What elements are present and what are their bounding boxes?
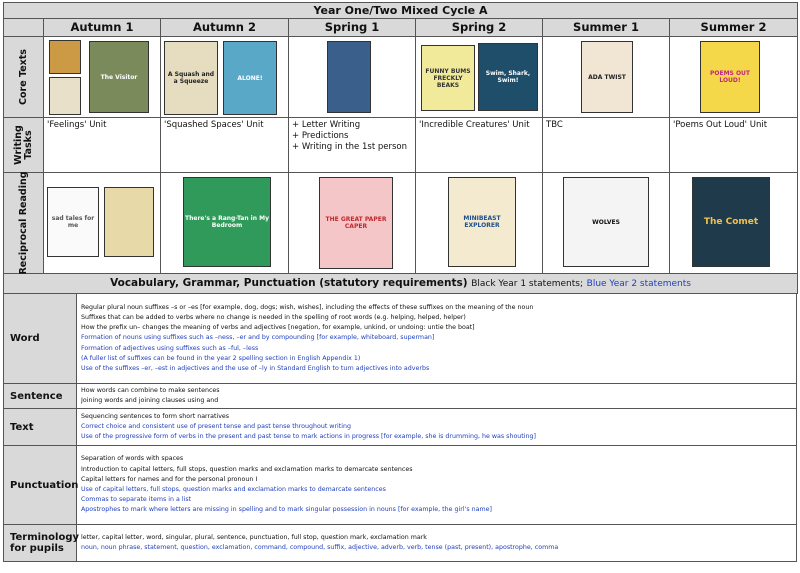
book-cover-sad-tales: sad tales for me bbox=[47, 187, 99, 257]
book-cover-wolves: WOLVES bbox=[563, 177, 649, 267]
book-cover-the-comet: The Comet bbox=[692, 177, 770, 267]
vgp-statement: Sequencing sentences to form short narra… bbox=[81, 412, 230, 420]
vgp-row-content: Separation of words with spaces Introduct… bbox=[76, 445, 797, 525]
vgp-statement: Joining words and joining clauses using … bbox=[81, 397, 219, 404]
vgp-statement: How the prefix un– changes the meaning o… bbox=[81, 324, 475, 332]
rr-autumn-1: sad tales for me bbox=[43, 172, 161, 274]
curriculum-table: Year One/Two Mixed Cycle A Autumn 1 Autu… bbox=[2, 2, 799, 294]
book-cover-the-visitor: The Visitor bbox=[89, 41, 149, 113]
vgp-statement: How words can combine to make sentences bbox=[81, 386, 220, 394]
rr-summer-2: The Comet bbox=[668, 172, 799, 274]
task-autumn-1: 'Feelings' Unit bbox=[43, 117, 161, 173]
vgp-row-content: How words can combine to make sentences J… bbox=[76, 383, 797, 409]
rr-spring-1: THE GREAT PAPER CAPER bbox=[288, 172, 416, 274]
vgp-row-content: letter, capital letter, word, singular, … bbox=[76, 524, 797, 562]
vgp-statement: Regular plural noun suffixes –s or –es [… bbox=[81, 303, 534, 311]
page-title: Year One/Two Mixed Cycle A bbox=[2, 2, 799, 19]
core-spring-2: FUNNY BUMS FRECKLY BEAKS Swim, Shark, Sw… bbox=[415, 36, 543, 118]
term-spring-1: Spring 1 bbox=[288, 18, 416, 37]
vgp-row: Word Regular plural noun suffixes –s or –… bbox=[3, 293, 797, 384]
task-autumn-2: 'Squashed Spaces' Unit bbox=[160, 117, 289, 173]
core-autumn-1: The Visitor bbox=[43, 36, 161, 118]
vgp-statement: Formation of adjectives using suffixes s… bbox=[81, 344, 259, 352]
curriculum-document: Year One/Two Mixed Cycle A Autumn 1 Autu… bbox=[2, 2, 799, 570]
book-cover-great-paper-caper: THE GREAT PAPER CAPER bbox=[319, 177, 393, 269]
vgp-row: Text Sequencing sentences to form short n… bbox=[3, 408, 797, 446]
vgp-statement: Separation of words with spaces bbox=[81, 455, 184, 463]
book-cover-spring-1 bbox=[327, 41, 371, 113]
writing-tasks-label: Writing Tasks bbox=[3, 117, 44, 173]
writing-tasks-row: Writing Tasks 'Feelings' Unit 'Squashed … bbox=[3, 117, 799, 173]
core-texts-row: Core Texts The Visitor A Squash and a Sq… bbox=[3, 36, 799, 118]
vgp-statement: letter, capital letter, word, singular, … bbox=[81, 533, 427, 541]
vgp-statement: Capital letters for names and for the pe… bbox=[81, 475, 258, 483]
vgp-row: Sentence How words can combine to make se… bbox=[3, 383, 797, 409]
vgp-statement: Introduction to capital letters, full st… bbox=[81, 465, 413, 473]
task-spring-2: 'Incredible Creatures' Unit bbox=[415, 117, 543, 173]
vgp-statement: Use of the progressive form of verbs in … bbox=[81, 433, 536, 441]
vgp-table: Word Regular plural noun suffixes –s or –… bbox=[3, 293, 797, 562]
vgp-statement: Correct choice and consistent use of pre… bbox=[81, 422, 351, 430]
vgp-row-label: Text bbox=[3, 408, 77, 446]
book-cover-small-2 bbox=[49, 77, 81, 115]
core-summer-1: ADA TWIST bbox=[542, 36, 670, 118]
task-summer-1: TBC bbox=[542, 117, 670, 173]
vgp-row-content: Sequencing sentences to form short narra… bbox=[76, 408, 797, 446]
vgp-statement: Use of the suffixes –er, –est in adjecti… bbox=[81, 365, 430, 372]
term-summer-2: Summer 2 bbox=[668, 18, 799, 37]
vgp-statement: Apostrophes to mark where letters are mi… bbox=[81, 506, 492, 514]
vgp-row: Terminology for pupils letter, capital le… bbox=[3, 524, 797, 562]
vgp-row-content: Regular plural noun suffixes –s or –es [… bbox=[76, 293, 797, 384]
vgp-row: Punctuation Separation of words with spac… bbox=[3, 445, 797, 525]
vgp-statement: Use of capital letters, full stops, ques… bbox=[81, 486, 386, 493]
book-cover-poems-out-loud: POEMS OUT LOUD! bbox=[700, 41, 760, 113]
rr-autumn-2: There's a Rang-Tan in My Bedroom bbox=[160, 172, 289, 274]
book-cover-squash-and-squeeze: A Squash and a Squeeze bbox=[164, 41, 218, 115]
term-autumn-1: Autumn 1 bbox=[43, 18, 161, 37]
book-cover-swim-shark-swim: Swim, Shark, Swim! bbox=[478, 43, 538, 111]
vgp-statement: noun, noun phrase, statement, question, … bbox=[81, 544, 559, 551]
vgp-row-label: Word bbox=[3, 293, 77, 384]
vgp-header-row: Vocabulary, Grammar, Punctuation (statut… bbox=[2, 273, 799, 294]
book-cover-rr-autumn-1b bbox=[104, 187, 154, 257]
term-autumn-2: Autumn 2 bbox=[160, 18, 289, 37]
rr-summer-1: WOLVES bbox=[542, 172, 670, 274]
term-spring-2: Spring 2 bbox=[415, 18, 543, 37]
vgp-row-label: Sentence bbox=[3, 383, 77, 409]
reciprocal-reading-label: Reciprocal Reading bbox=[3, 171, 44, 275]
vgp-row-label: Terminology for pupils bbox=[3, 524, 79, 562]
book-cover-ada-twist: ADA TWIST bbox=[581, 41, 633, 113]
vgp-statement: (A fuller list of suffixes can be found … bbox=[81, 354, 361, 362]
core-autumn-2: A Squash and a Squeeze ALONE! bbox=[160, 36, 289, 118]
vgp-header: Vocabulary, Grammar, Punctuation (statut… bbox=[2, 273, 799, 294]
book-cover-funny-bums: FUNNY BUMS FRECKLY BEAKS bbox=[421, 45, 475, 111]
core-summer-2: POEMS OUT LOUD! bbox=[668, 36, 799, 118]
vgp-statement: Suffixes that can be added to verbs wher… bbox=[81, 313, 466, 321]
vgp-row-label: Punctuation bbox=[3, 445, 78, 525]
rr-spring-2: MINIBEAST EXPLORER bbox=[415, 172, 543, 274]
reciprocal-reading-row: Reciprocal Reading sad tales for me Ther… bbox=[3, 171, 799, 275]
vgp-statement: Formation of nouns using suffixes such a… bbox=[81, 334, 435, 342]
book-cover-alone: ALONE! bbox=[223, 41, 277, 115]
term-summer-1: Summer 1 bbox=[542, 18, 670, 37]
book-cover-minibeast-explorer: MINIBEAST EXPLORER bbox=[448, 177, 516, 267]
core-texts-label: Core Texts bbox=[3, 36, 44, 118]
vgp-statement: Commas to separate items in a list bbox=[81, 496, 192, 504]
term-header-row: Autumn 1 Autumn 2 Spring 1 Spring 2 Summ… bbox=[3, 18, 799, 37]
task-summer-2: 'Poems Out Loud' Unit bbox=[668, 117, 799, 173]
book-cover-small-1 bbox=[49, 40, 81, 74]
book-cover-rang-tan: There's a Rang-Tan in My Bedroom bbox=[183, 177, 271, 267]
core-spring-1 bbox=[288, 36, 416, 118]
task-spring-1: + Letter Writing + Predictions + Writing… bbox=[288, 117, 416, 173]
corner-cell bbox=[3, 18, 44, 37]
